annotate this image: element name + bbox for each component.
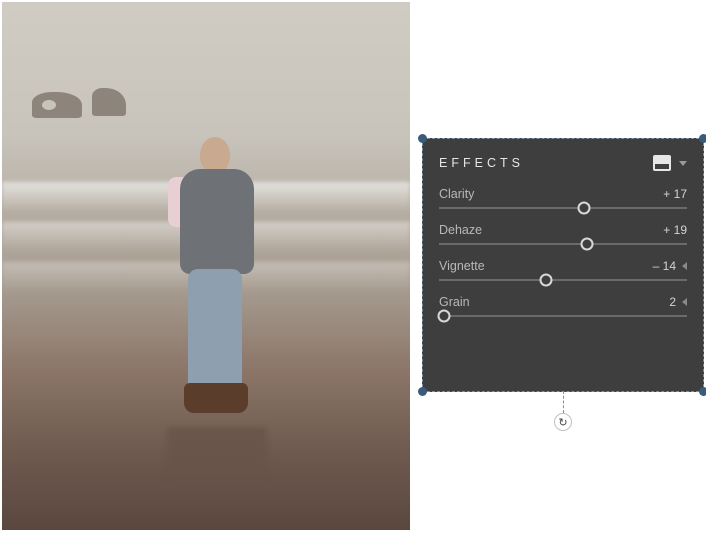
slider-track[interactable] — [439, 207, 687, 209]
slider-row-vignette: Vignette – 14 — [439, 259, 687, 281]
effects-panel-header-controls — [653, 155, 687, 171]
photo-rock — [32, 92, 82, 118]
slider-thumb[interactable] — [580, 238, 593, 251]
expand-triangle-icon[interactable] — [682, 262, 687, 270]
effects-panel-header: EFFECTS — [439, 155, 687, 171]
selection-handle-bottom-right[interactable] — [699, 387, 706, 396]
slider-thumb[interactable] — [437, 310, 450, 323]
effects-sliders: Clarity + 17 Dehaze + 19 Vignette – 14 Grain 2 — [439, 187, 687, 317]
selection-rotate-handle[interactable]: ↻ — [554, 413, 572, 431]
slider-value-text: – 14 — [653, 259, 676, 273]
slider-label: Vignette — [439, 259, 485, 273]
slider-row-grain: Grain 2 — [439, 295, 687, 317]
slider-thumb[interactable] — [578, 202, 591, 215]
selection-handle-top-right[interactable] — [699, 134, 706, 143]
photo-rock — [92, 88, 126, 116]
slider-label: Grain — [439, 295, 470, 309]
slider-value[interactable]: + 17 — [663, 187, 687, 201]
slider-value[interactable]: + 19 — [663, 223, 687, 237]
panel-menu-chevron-icon[interactable] — [679, 161, 687, 166]
slider-value-text: + 19 — [663, 223, 687, 237]
before-after-toggle-icon[interactable] — [653, 155, 671, 171]
selection-handle-bottom-left[interactable] — [418, 387, 427, 396]
slider-row-dehaze: Dehaze + 19 — [439, 223, 687, 245]
selection-handle-top-left[interactable] — [418, 134, 427, 143]
photo-subject — [162, 137, 272, 417]
slider-track[interactable] — [439, 315, 687, 317]
slider-value[interactable]: 2 — [669, 295, 687, 309]
slider-label: Clarity — [439, 187, 474, 201]
expand-triangle-icon[interactable] — [682, 298, 687, 306]
effects-panel-title: EFFECTS — [439, 156, 524, 170]
slider-track[interactable] — [439, 243, 687, 245]
slider-value-text: 2 — [669, 295, 676, 309]
slider-thumb[interactable] — [539, 274, 552, 287]
selection-rotate-stem — [563, 391, 564, 413]
slider-track[interactable] — [439, 279, 687, 281]
preview-photo — [2, 2, 410, 530]
effects-panel-selection[interactable]: EFFECTS Clarity + 17 Dehaze + 19 Vignette – 1… — [422, 138, 704, 392]
slider-label: Dehaze — [439, 223, 482, 237]
effects-panel: EFFECTS Clarity + 17 Dehaze + 19 Vignette – 1… — [422, 138, 704, 392]
photo-reflection — [167, 427, 267, 483]
slider-row-clarity: Clarity + 17 — [439, 187, 687, 209]
slider-value-text: + 17 — [663, 187, 687, 201]
slider-value[interactable]: – 14 — [653, 259, 687, 273]
